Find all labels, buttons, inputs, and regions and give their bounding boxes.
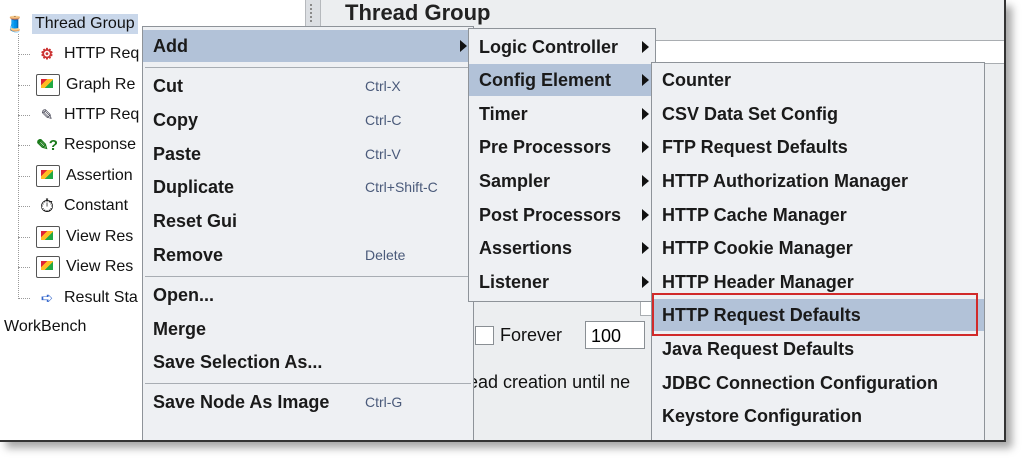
menu-item-listener[interactable]: Listener (469, 266, 655, 298)
tree-node-http-request-1[interactable]: ⚙ HTTP Req (0, 40, 139, 68)
thread-group-spool-icon: 🧵 (5, 16, 25, 33)
submenu-arrow-icon (642, 108, 649, 120)
view-results-icon (36, 226, 60, 248)
menu-item-post-processors[interactable]: Post Processors (469, 199, 655, 231)
menu-item-timer[interactable]: Timer (469, 98, 655, 130)
loop-count-input[interactable]: 100 (585, 321, 645, 349)
name-field[interactable] (640, 40, 1004, 64)
http-sampler-icon: ⚙ (40, 46, 54, 63)
response-assertion-icon: ✎? (36, 137, 58, 154)
menu-item-logic-controller[interactable]: Logic Controller (469, 31, 655, 63)
submenu-arrow-icon (642, 276, 649, 288)
menu-item-save-node-as-image[interactable]: Save Node As Image Ctrl-G (143, 386, 473, 418)
menu-item-config-element[interactable]: Config Element (469, 64, 655, 96)
tree-node-label: View Res (66, 258, 134, 275)
tree-node-label: View Res (66, 228, 134, 245)
menu-item-open[interactable]: Open... (143, 279, 473, 311)
shortcut-label: Ctrl-G (365, 394, 403, 410)
menu-item-cut[interactable]: Cut Ctrl-X (143, 70, 473, 102)
view-results-icon (36, 256, 60, 278)
menu-item-merge[interactable]: Merge (143, 313, 473, 345)
tree-node-label: Response (64, 136, 137, 153)
shortcut-label: Ctrl-V (365, 146, 401, 162)
shortcut-label: Delete (365, 247, 406, 263)
tree-node-http-request-2[interactable]: ✎ HTTP Req (0, 101, 139, 129)
menu-item-ftp-request-defaults[interactable]: FTP Request Defaults (652, 131, 984, 163)
menu-item-http-cache-manager[interactable]: HTTP Cache Manager (652, 199, 984, 231)
annotation-highlight-box (652, 293, 978, 336)
tree-node-label: Result Sta (64, 289, 138, 306)
menu-item-http-authorization-manager[interactable]: HTTP Authorization Manager (652, 165, 984, 197)
shortcut-label: Ctrl+Shift-C (365, 179, 438, 195)
tree-node-result-status[interactable]: ➪ Result Sta (0, 284, 138, 312)
tree-node-label: Graph Re (66, 76, 136, 93)
delay-thread-creation-label: ead creation until ne (468, 372, 631, 392)
submenu-arrow-icon (642, 175, 649, 187)
config-element-submenu: Counter CSV Data Set Config FTP Request … (651, 62, 985, 440)
http-header-pipette-icon: ✎ (40, 107, 54, 124)
tree-node-assertion-results[interactable]: Assertion (0, 162, 133, 190)
tree-node-label: Thread Group (32, 14, 138, 34)
menu-item-sampler[interactable]: Sampler (469, 165, 655, 197)
tree-node-graph-results[interactable]: Graph Re (0, 71, 135, 99)
menu-item-save-selection-as[interactable]: Save Selection As... (143, 346, 473, 378)
submenu-arrow-icon (642, 74, 649, 86)
menu-item-paste[interactable]: Paste Ctrl-V (143, 138, 473, 170)
tree-node-label: HTTP Req (64, 45, 140, 62)
shortcut-label: Ctrl-X (365, 78, 401, 94)
submenu-arrow-icon (642, 209, 649, 221)
menu-item-pre-processors[interactable]: Pre Processors (469, 131, 655, 163)
forever-label: Forever (500, 325, 563, 345)
menu-item-copy[interactable]: Copy Ctrl-C (143, 104, 473, 136)
tree-node-thread-group[interactable]: 🧵 Thread Group (4, 10, 138, 38)
tree-node-view-results-1[interactable]: View Res (0, 223, 133, 251)
forever-checkbox[interactable] (475, 326, 494, 345)
menu-item-csv-data-set-config[interactable]: CSV Data Set Config (652, 98, 984, 130)
menu-item-duplicate[interactable]: Duplicate Ctrl+Shift-C (143, 171, 473, 203)
menu-item-counter[interactable]: Counter (652, 64, 984, 96)
result-status-icon: ➪ (40, 290, 54, 307)
submenu-arrow-icon (642, 242, 649, 254)
shortcut-label: Ctrl-C (365, 112, 402, 128)
menu-item-reset-gui[interactable]: Reset Gui (143, 205, 473, 237)
tree-node-label: HTTP Req (64, 106, 140, 123)
menu-item-jdbc-connection-configuration[interactable]: JDBC Connection Configuration (652, 367, 984, 399)
tree-node-label: Assertion (66, 167, 133, 184)
menu-item-keystore-configuration[interactable]: Keystore Configuration (652, 400, 984, 432)
panel-title: Thread Group (345, 0, 491, 25)
graph-results-icon (36, 74, 60, 96)
menu-item-java-request-defaults[interactable]: Java Request Defaults (652, 333, 984, 365)
tree-node-workbench[interactable]: WorkBench (4, 318, 86, 336)
menu-item-http-cookie-manager[interactable]: HTTP Cookie Manager (652, 232, 984, 264)
menu-item-remove[interactable]: Remove Delete (143, 239, 473, 271)
menu-item-add[interactable]: Add (143, 30, 473, 62)
submenu-arrow-icon (642, 141, 649, 153)
jmeter-window: 🧵 Thread Group ⚙ HTTP Req Graph Re ✎ HTT… (0, 0, 1006, 442)
tree-node-response-assertion[interactable]: ✎? Response (0, 131, 136, 159)
tree-node-label: Constant (64, 197, 129, 214)
submenu-arrow-icon (642, 41, 649, 53)
timer-clock-icon: ⏱ (39, 195, 55, 216)
context-menu: Add Cut Ctrl-X Copy Ctrl-C Paste Ctrl-V … (142, 26, 474, 440)
add-submenu: Logic Controller Config Element Timer Pr… (468, 28, 656, 302)
tree-node-view-results-2[interactable]: View Res (0, 253, 133, 281)
menu-item-assertions[interactable]: Assertions (469, 232, 655, 264)
tree-node-constant-timer[interactable]: ⏱ Constant (0, 192, 128, 220)
submenu-arrow-icon (460, 40, 467, 52)
assertion-results-icon (36, 165, 60, 187)
